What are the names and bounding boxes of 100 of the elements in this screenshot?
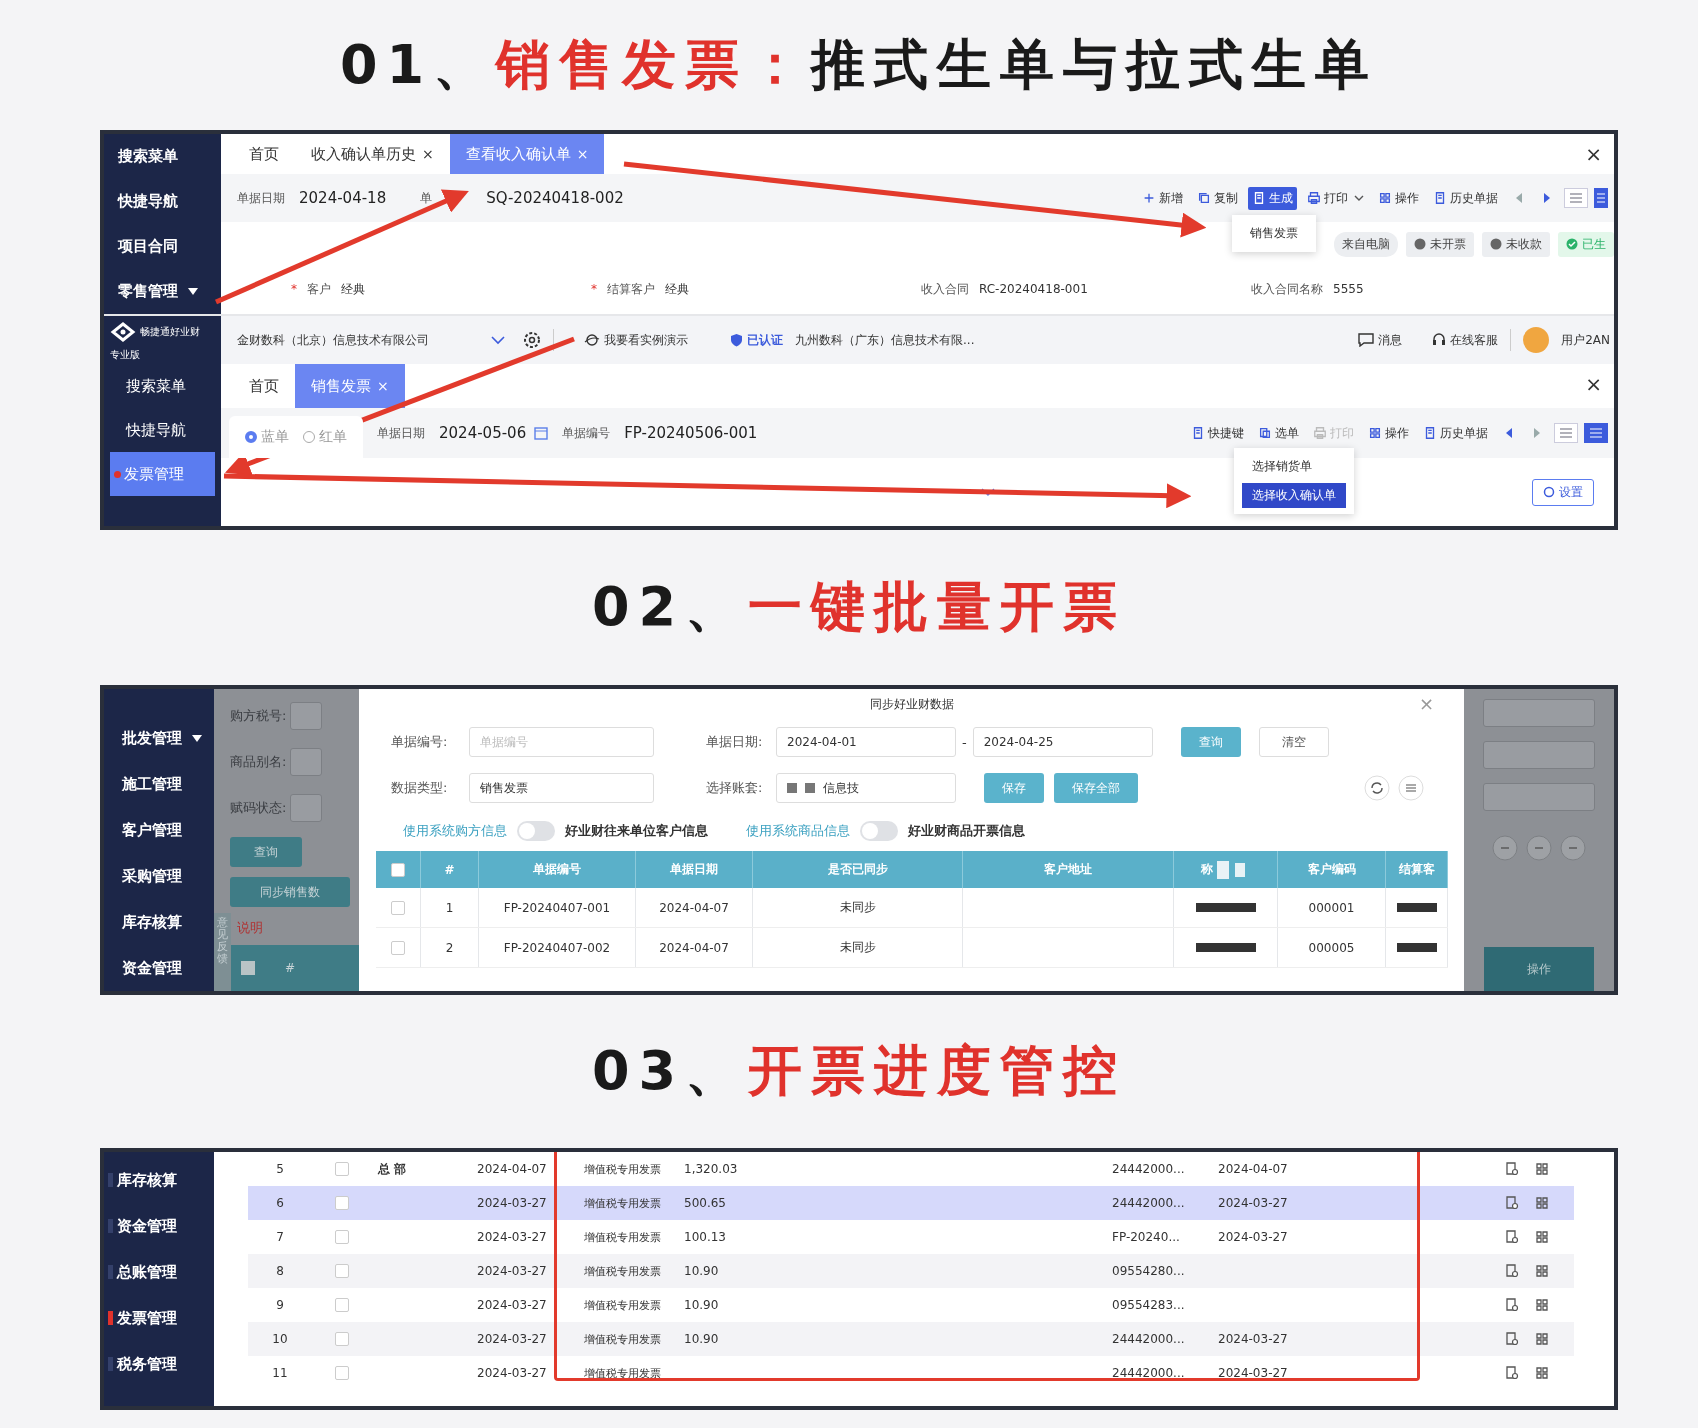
messages-link[interactable]: 消息 (1358, 331, 1403, 349)
table-row[interactable]: 6 2024-03-27 增值税专用发票 500.65 24442000... 2024-03-27 (248, 1186, 1574, 1220)
previous-icon[interactable] (1514, 192, 1524, 204)
view-document-icon[interactable] (1504, 1297, 1520, 1313)
date-field[interactable]: 2024-04-01 (776, 727, 956, 757)
input-field[interactable] (290, 702, 323, 730)
close-button[interactable]: × (1585, 142, 1602, 166)
sidebar-item[interactable]: 批发管理 (104, 716, 214, 762)
toolbar-button[interactable]: 选单 (1254, 421, 1303, 445)
view-document-icon[interactable] (1504, 1365, 1520, 1381)
round-icon[interactable] (1492, 835, 1518, 861)
view-document-icon[interactable] (1504, 1331, 1520, 1347)
checkbox[interactable] (335, 1332, 349, 1346)
checkbox[interactable] (335, 1230, 349, 1244)
grid-icon[interactable] (1534, 1297, 1550, 1313)
menu-item[interactable]: 选择收入确认单 (1242, 482, 1346, 508)
select-field[interactable]: 信息技 (776, 773, 956, 803)
toolbar-button[interactable]: 打印 (1303, 186, 1368, 210)
table-row[interactable]: 11 2024-03-27 增值税专用发票 24442000... 2024-03-27 (248, 1356, 1574, 1390)
select-field[interactable]: 销售发票 (469, 773, 654, 803)
view-document-icon[interactable] (1504, 1195, 1520, 1211)
view-document-icon[interactable] (1504, 1229, 1520, 1245)
menu-item[interactable]: 选择销货单 (1242, 453, 1346, 479)
sidebar-item[interactable]: 搜索菜单 (104, 364, 221, 408)
sidebar-item[interactable]: 施工管理 (104, 761, 214, 808)
view-document-icon[interactable] (1504, 1263, 1520, 1279)
sidebar-item[interactable]: 搜索菜单 (104, 134, 221, 179)
round-icon[interactable] (1560, 835, 1586, 861)
grid-icon[interactable] (1534, 1229, 1550, 1245)
toolbar-button[interactable]: 快捷键 (1187, 421, 1248, 445)
chevron-down-icon[interactable] (491, 335, 505, 345)
sidebar-item[interactable]: 采购管理 (104, 853, 214, 900)
table-row[interactable]: 8 2024-03-27 增值税专用发票 10.90 09554280... (248, 1254, 1574, 1288)
input-field[interactable] (290, 748, 323, 776)
sidebar-item[interactable]: 零售管理 (104, 269, 221, 314)
table-row[interactable]: 9 2024-03-27 增值税专用发票 10.90 09554283... (248, 1288, 1574, 1322)
round-icon[interactable] (1526, 835, 1552, 861)
sidebar-item[interactable]: 总账管理 (104, 1249, 214, 1295)
toggle-switch[interactable] (860, 821, 898, 841)
refresh-icon[interactable] (1364, 775, 1390, 801)
demo-link[interactable]: 我要看实例演示 (584, 331, 688, 349)
toggle-switch[interactable] (517, 821, 555, 841)
close-button[interactable]: × (1585, 372, 1602, 396)
list-view-icon[interactable] (1554, 423, 1578, 443)
sidebar-item[interactable]: 发票管理 (110, 452, 215, 496)
toolbar-button[interactable]: 历史单据 (1419, 421, 1492, 445)
checkbox[interactable] (391, 862, 405, 877)
checkbox[interactable] (335, 1298, 349, 1312)
grid-icon[interactable] (1534, 1195, 1550, 1211)
sidebar-item[interactable]: 税务管理 (104, 1341, 214, 1387)
checkbox[interactable] (335, 1366, 349, 1380)
date-field[interactable]: 2024-04-25 (972, 727, 1153, 757)
toolbar-button[interactable]: 操作 (1364, 421, 1413, 445)
sidebar-item[interactable]: 库存核算 (104, 1157, 214, 1203)
toolbar-button[interactable]: 历史单据 (1429, 186, 1502, 210)
input-field[interactable] (1483, 741, 1595, 769)
sidebar-item[interactable]: 项目合同 (104, 224, 221, 269)
sidebar-item[interactable]: 快捷导航 (104, 179, 221, 224)
toolbar-button[interactable]: 生成 (1248, 186, 1297, 210)
company-name[interactable]: 金财数科（北京）信息技术有限公司 (237, 331, 429, 349)
support-link[interactable]: 在线客服 (1432, 331, 1499, 349)
action-button[interactable]: 操作 (1484, 947, 1594, 991)
tab[interactable]: 首页 (233, 364, 295, 408)
settings-icon[interactable] (523, 331, 541, 349)
card-view-icon[interactable] (1594, 188, 1608, 208)
sidebar-item[interactable]: 资金管理 (104, 1203, 214, 1249)
next-icon[interactable] (1542, 192, 1552, 204)
avatar-icon[interactable] (1523, 327, 1550, 353)
checkbox[interactable] (335, 1162, 349, 1176)
table-row[interactable]: 7 2024-03-27 增值税专用发票 100.13 FP-20240... 2024-03-27 (248, 1220, 1574, 1254)
user-name[interactable]: 用户2AN (1561, 331, 1610, 349)
input-field[interactable] (1483, 783, 1595, 811)
toolbar-button[interactable]: 新增 (1138, 186, 1187, 210)
grid-icon[interactable] (1534, 1161, 1550, 1177)
next-icon[interactable] (1532, 427, 1542, 439)
sidebar-item[interactable]: 库存核算 (104, 899, 214, 946)
tab[interactable]: 收入确认单历史 × (295, 134, 450, 174)
checkbox[interactable] (335, 1264, 349, 1278)
grid-icon[interactable] (1534, 1331, 1550, 1347)
grid-icon[interactable] (1534, 1263, 1550, 1279)
date-field[interactable]: 2024-05-06 (439, 424, 549, 442)
sidebar-item[interactable]: 资金管理 (104, 945, 214, 991)
checkbox[interactable] (391, 940, 405, 955)
sidebar-item[interactable]: 快捷导航 (104, 408, 221, 452)
settings-button[interactable]: 设置 (1532, 478, 1594, 506)
checkbox[interactable] (335, 1196, 349, 1210)
view-document-icon[interactable] (1504, 1161, 1520, 1177)
previous-icon[interactable] (1504, 427, 1514, 439)
checkbox[interactable] (391, 900, 405, 915)
list-view-icon[interactable] (1564, 188, 1588, 208)
input-field[interactable] (290, 794, 323, 822)
table-row[interactable]: 5 总 部 2024-04-07 增值税专用发票 1,320.03 24442000... 2024-04-07 (248, 1152, 1574, 1186)
input-field[interactable] (1483, 699, 1595, 727)
sidebar-item[interactable]: 发票管理 (104, 1295, 214, 1341)
calendar-icon[interactable] (534, 426, 549, 440)
sidebar-item[interactable]: 客户管理 (104, 807, 214, 854)
card-view-icon[interactable] (1584, 423, 1608, 443)
toolbar-button[interactable]: 复制 (1193, 186, 1242, 210)
table-row[interactable]: 10 2024-03-27 增值税专用发票 10.90 24442000... 2024-03-27 (248, 1322, 1574, 1356)
toolbar-button[interactable]: 操作 (1374, 186, 1423, 210)
